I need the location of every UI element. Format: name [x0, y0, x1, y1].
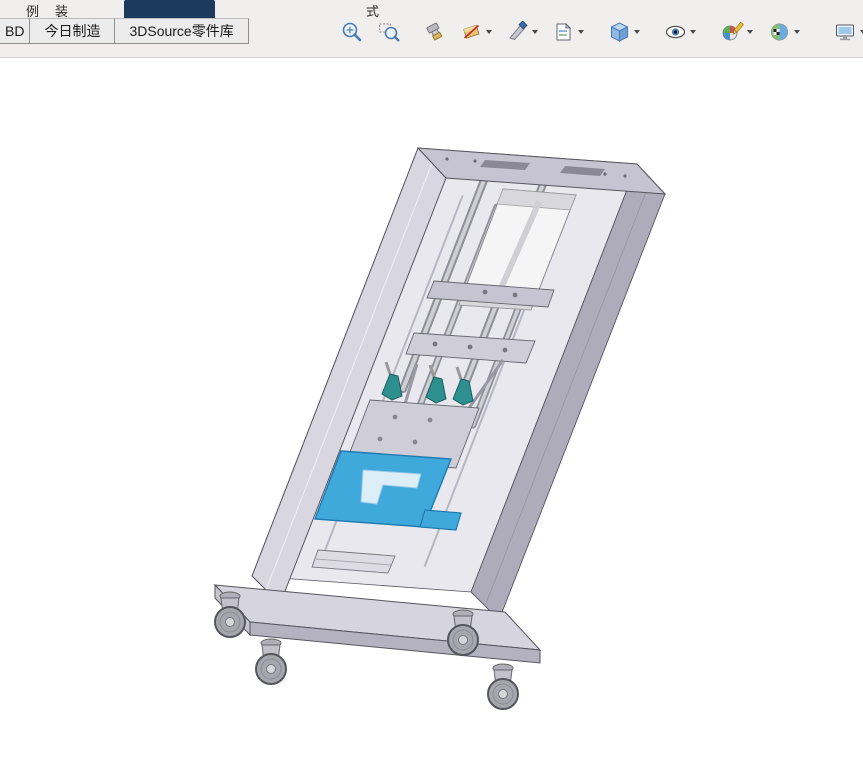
zoom-to-area-icon — [379, 23, 400, 42]
cad-model-cart-assembly[interactable] — [185, 112, 685, 732]
caster-front-right[interactable] — [487, 663, 519, 710]
page-icon — [556, 22, 572, 41]
dropdown-arrow-icon[interactable] — [532, 30, 538, 34]
command-tab-fragment[interactable]: 例 — [26, 1, 39, 18]
apply-scene-button[interactable] — [765, 19, 803, 45]
section-view-icon — [463, 24, 480, 39]
edit-appearance-button[interactable] — [717, 19, 756, 45]
tab-today-manufacture[interactable]: 今日制造 — [29, 18, 116, 44]
knife-tool-icon — [509, 21, 528, 41]
view-orientation-button[interactable] — [605, 19, 643, 45]
caster-front-left[interactable] — [255, 638, 287, 685]
dropdown-arrow-icon[interactable] — [578, 30, 584, 34]
drawing-view-button[interactable] — [504, 19, 541, 45]
active-command-tab[interactable] — [124, 0, 215, 18]
blue-plate[interactable] — [314, 450, 462, 531]
monitor-icon — [836, 24, 854, 41]
graphics-viewport[interactable] — [0, 58, 863, 775]
previous-view-icon — [426, 22, 443, 41]
previous-view-button[interactable] — [421, 19, 449, 45]
new-view-button[interactable] — [550, 19, 587, 45]
view-cube-icon — [610, 22, 629, 42]
command-tab-strip: 例 装 式 — [0, 0, 863, 18]
app-header: 例 装 式 BD 今日制造 3DSource零件库 — [0, 0, 863, 58]
zoom-to-fit-icon — [342, 22, 362, 42]
dropdown-arrow-icon[interactable] — [486, 30, 492, 34]
dropdown-arrow-icon[interactable] — [634, 30, 640, 34]
section-view-button[interactable] — [458, 19, 495, 45]
tab-3dsource-library[interactable]: 3DSource零件库 — [114, 18, 249, 44]
dropdown-arrow-icon[interactable] — [747, 30, 753, 34]
dropdown-arrow-icon[interactable] — [690, 30, 696, 34]
tab-bd[interactable]: BD — [0, 18, 31, 44]
commandmanager-tabs: BD 今日制造 3DSource零件库 — [0, 18, 249, 44]
zoom-to-fit-button[interactable] — [338, 19, 366, 45]
command-tab-fragment[interactable]: 式 — [366, 1, 379, 18]
zoom-to-area-button[interactable] — [375, 19, 403, 45]
heads-up-view-toolbar — [338, 17, 863, 47]
scene-sphere-icon — [771, 23, 788, 41]
eye-icon — [665, 25, 686, 39]
dropdown-arrow-icon[interactable] — [794, 30, 800, 34]
command-tab-fragment[interactable]: 装 — [55, 1, 68, 18]
appearance-sphere-pencil-icon — [722, 21, 744, 41]
view-settings-button[interactable] — [830, 19, 863, 45]
hide-show-items-button[interactable] — [661, 19, 699, 45]
